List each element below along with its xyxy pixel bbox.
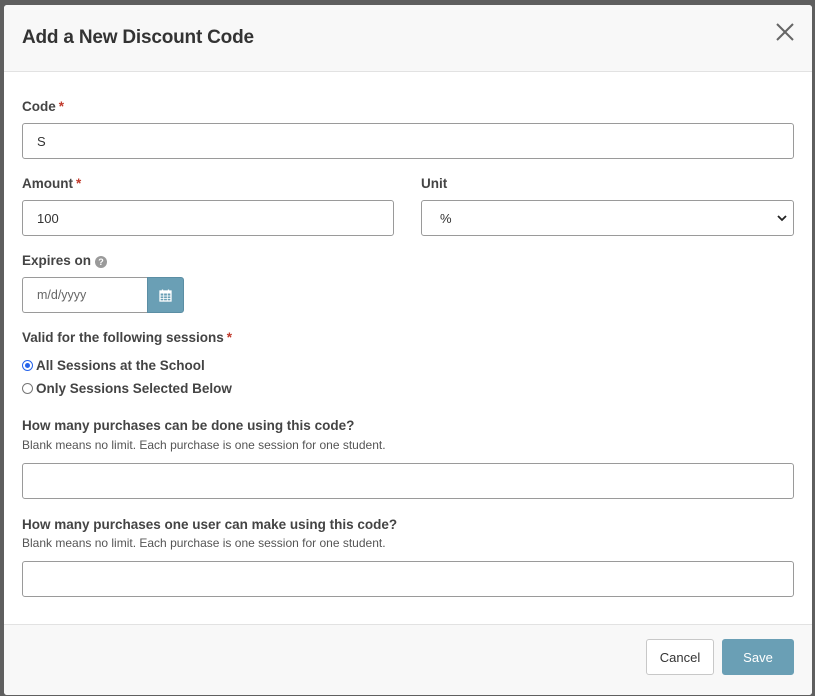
modal-header: Add a New Discount Code [4,5,812,72]
chevron-down-icon [777,214,787,221]
required-mark: * [226,330,233,345]
modal-footer: Cancel Save [4,624,812,695]
sessions-label: Valid for the following sessions * [22,330,233,345]
question-circle-icon[interactable]: ? [95,256,108,268]
calendar-icon [159,289,172,302]
radio-selected-sessions[interactable]: Only Sessions Selected Below [22,381,232,396]
expires-label: Expires on? [22,253,108,268]
calendar-button[interactable] [147,277,184,313]
modal-title: Add a New Discount Code [22,27,254,48]
radio-button[interactable] [22,360,33,371]
cancel-button[interactable]: Cancel [646,639,714,675]
max-purchases-label: How many purchases can be done using thi… [22,418,355,433]
max-purchases-help: Blank means no limit. Each purchase is o… [22,438,386,452]
expires-date-input[interactable]: m/d/yyyy [22,277,148,313]
required-mark: * [76,176,82,191]
max-per-user-label: How many purchases one user can make usi… [22,517,398,532]
max-per-user-help: Blank means no limit. Each purchase is o… [22,536,386,550]
unit-label: Unit [421,176,448,191]
max-per-user-input[interactable] [22,561,794,597]
unit-select[interactable]: % [421,200,794,236]
code-label: Code * [22,99,65,114]
code-input[interactable] [22,123,794,159]
required-mark: * [58,99,65,114]
close-button[interactable] [774,21,796,43]
max-purchases-input[interactable] [22,463,794,499]
discount-code-modal: Add a New Discount Code Code* Amount* Un… [4,5,812,695]
save-button[interactable]: Save [722,639,794,675]
radio-button[interactable] [22,383,33,394]
radio-all-sessions[interactable]: All Sessions at the School [22,358,205,373]
close-icon [776,23,794,41]
unit-selected-value: % [440,210,452,226]
amount-label: Amount * [22,176,82,191]
amount-input[interactable] [22,200,394,236]
